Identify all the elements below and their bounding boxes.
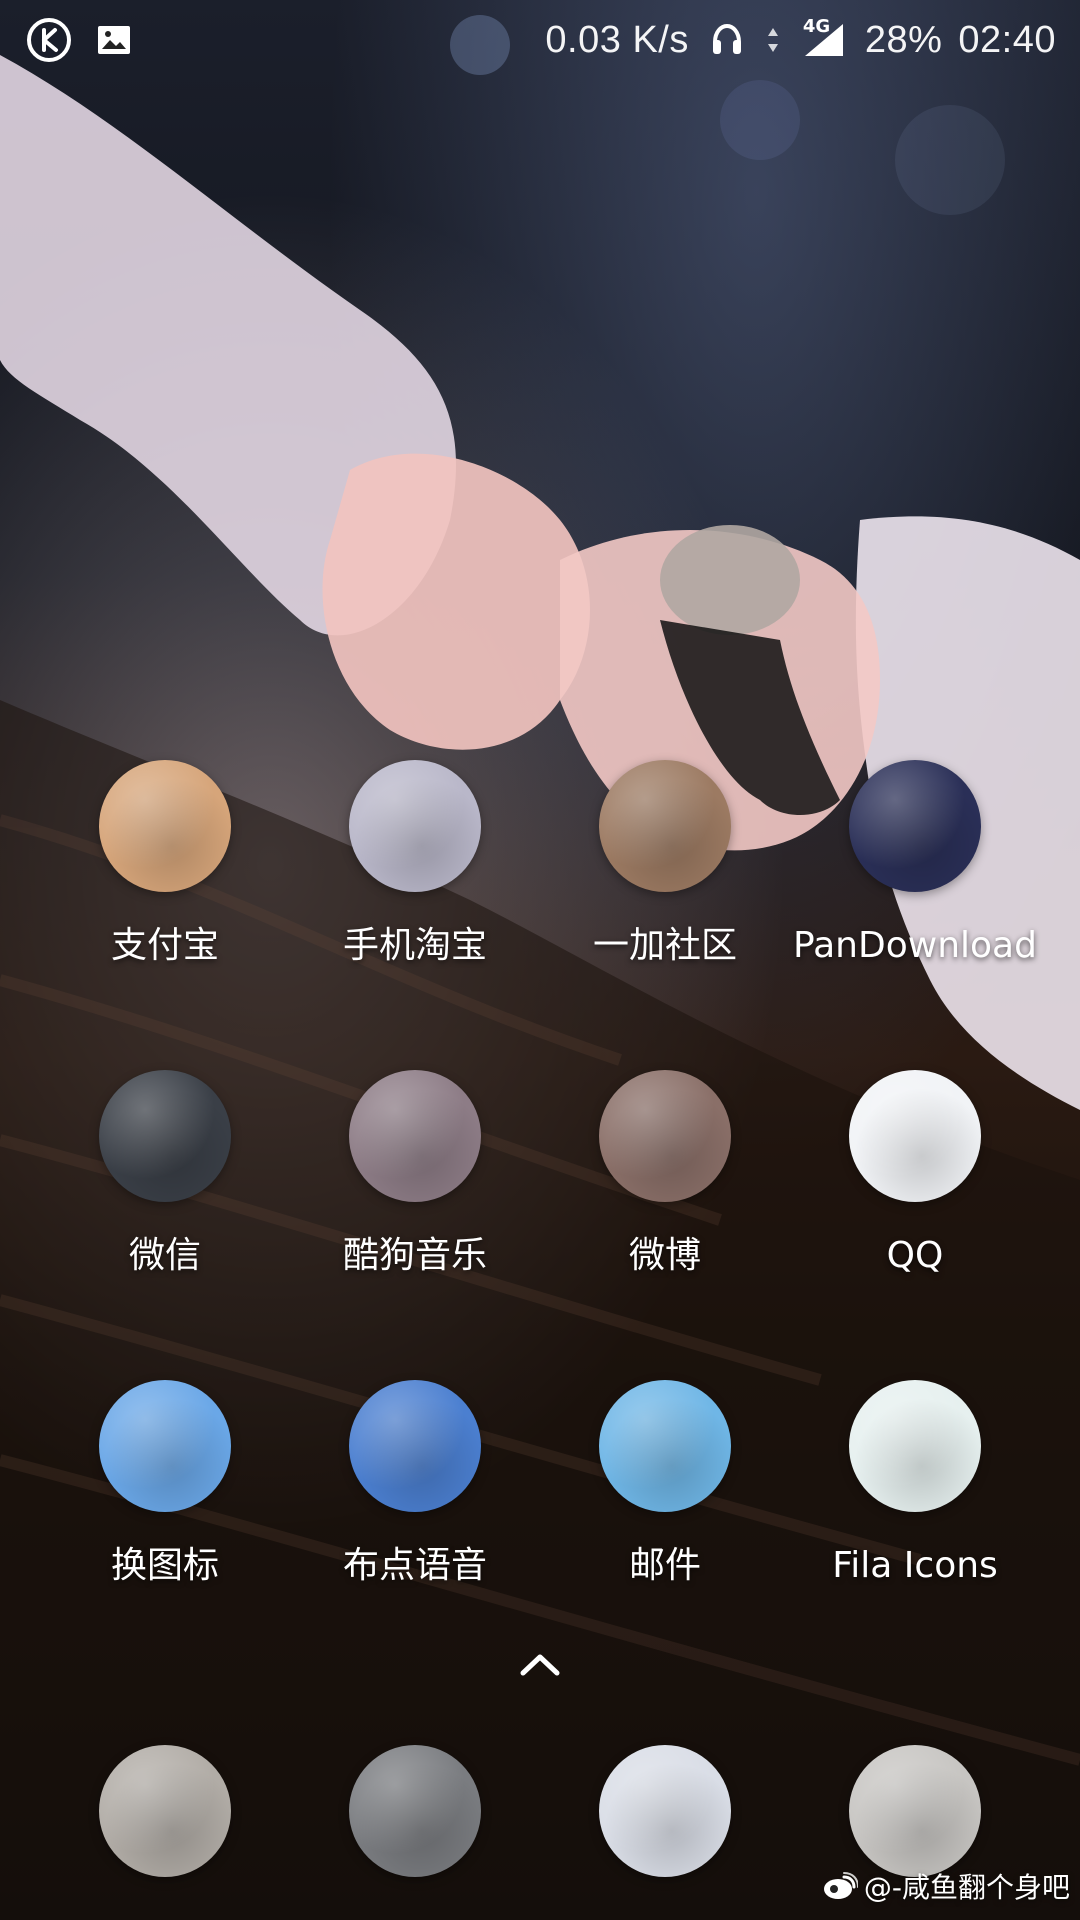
app-change-icon[interactable]: 换图标: [40, 1380, 290, 1630]
dock-app-1[interactable]: [40, 1745, 290, 1885]
avatar-icon: [599, 1745, 731, 1877]
avatar-icon: [99, 1070, 231, 1202]
app-label: 手机淘宝: [342, 925, 487, 966]
app-pandownload[interactable]: PanDownload: [790, 760, 1040, 1010]
status-bar: 0.03 K/s 4G 28% 02:40: [0, 0, 1080, 80]
app-taobao[interactable]: 手机淘宝: [290, 760, 540, 1010]
k-app-icon: [24, 15, 74, 65]
app-label: PanDownload: [793, 925, 1037, 966]
avatar-icon: [349, 1380, 481, 1512]
app-drawer-button[interactable]: [505, 1645, 575, 1685]
app-row-3: 换图标 布点语音 邮件 Fila Icons: [0, 1380, 1080, 1630]
app-fila-icons[interactable]: Fila Icons: [790, 1380, 1040, 1630]
app-label: 一加社区: [592, 925, 737, 966]
dock-app-4[interactable]: [790, 1745, 1040, 1885]
watermark: @-咸鱼翻个身吧: [820, 1866, 1070, 1906]
avatar-icon: [349, 1070, 481, 1202]
avatar-icon: [599, 1070, 731, 1202]
app-row-1: 支付宝 手机淘宝 一加社区 PanDownload: [0, 760, 1080, 1010]
app-label: Fila Icons: [832, 1545, 998, 1586]
dock: [0, 1745, 1080, 1885]
data-arrows-icon: [765, 18, 781, 62]
avatar-icon: [599, 1380, 731, 1512]
app-mail[interactable]: 邮件: [540, 1380, 790, 1630]
watermark-text: @-咸鱼翻个身吧: [863, 1871, 1070, 1904]
avatar-icon: [849, 760, 981, 892]
headphones-icon: [705, 18, 749, 62]
app-wechat[interactable]: 微信: [40, 1070, 290, 1320]
battery-percent: 28%: [864, 18, 943, 61]
app-budian-voice[interactable]: 布点语音: [290, 1380, 540, 1630]
avatar-icon: [599, 760, 731, 892]
app-label: 邮件: [628, 1545, 701, 1586]
app-label: 布点语音: [342, 1545, 487, 1586]
dock-app-2[interactable]: [290, 1745, 540, 1885]
app-label: 酷狗音乐: [342, 1235, 487, 1276]
app-weibo[interactable]: 微博: [540, 1070, 790, 1320]
network-type: 4G: [802, 16, 831, 37]
avatar-icon: [349, 760, 481, 892]
home-screen: 0.03 K/s 4G 28% 02:40 支付宝 手机淘宝 一加社区 PanD…: [0, 0, 1080, 1920]
app-kugou-music[interactable]: 酷狗音乐: [290, 1070, 540, 1320]
avatar-icon: [99, 1745, 231, 1877]
avatar-icon: [99, 760, 231, 892]
weibo-icon: [820, 1867, 858, 1905]
app-alipay[interactable]: 支付宝: [40, 760, 290, 1010]
app-label: QQ: [886, 1235, 944, 1276]
image-icon: [92, 18, 136, 62]
status-right: 0.03 K/s 4G 28% 02:40: [545, 16, 1056, 62]
app-label: 支付宝: [110, 925, 219, 966]
app-label: 微信: [128, 1235, 201, 1276]
dock-app-3[interactable]: [540, 1745, 790, 1885]
app-label: 换图标: [110, 1545, 219, 1586]
avatar-icon: [99, 1380, 231, 1512]
signal-icon: 4G: [797, 16, 849, 62]
app-row-2: 微信 酷狗音乐 微博 QQ: [0, 1070, 1080, 1320]
clock: 02:40: [958, 18, 1056, 61]
avatar-icon: [849, 1745, 981, 1877]
avatar-icon: [849, 1070, 981, 1202]
app-oneplus-community[interactable]: 一加社区: [540, 760, 790, 1010]
avatar-icon: [349, 1745, 481, 1877]
status-left: [24, 15, 136, 65]
app-qq[interactable]: QQ: [790, 1070, 1040, 1320]
avatar-icon: [849, 1380, 981, 1512]
chevron-up-icon: [505, 1645, 575, 1685]
network-speed: 0.03 K/s: [545, 18, 689, 61]
app-label: 微博: [628, 1235, 701, 1276]
